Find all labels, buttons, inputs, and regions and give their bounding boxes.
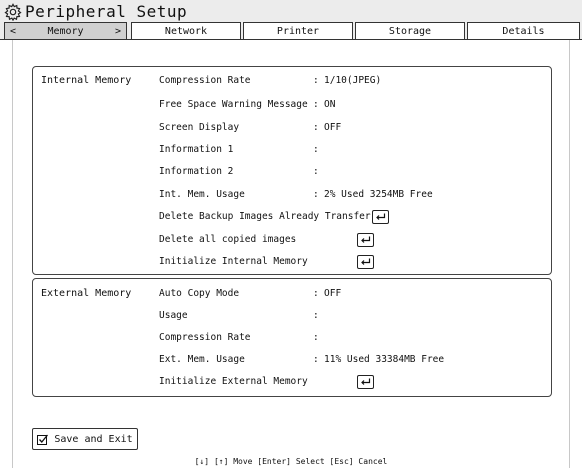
tab-details[interactable]: Details (467, 22, 580, 39)
setting-value: 1/10(JPEG) (324, 75, 382, 86)
setting-row-screen-display[interactable]: Screen Display : OFF (159, 122, 549, 136)
setting-row-usage[interactable]: Usage : (159, 310, 549, 324)
action-label: Delete Backup Images Already Transferred (159, 211, 388, 222)
internal-memory-section: Internal Memory Compression Rate : 1/10(… (32, 66, 552, 275)
tab-next-arrow[interactable]: > (115, 26, 121, 37)
enter-key-icon (361, 378, 371, 385)
setting-row-auto-copy-mode[interactable]: Auto Copy Mode : OFF (159, 288, 549, 302)
gear-icon (4, 3, 22, 21)
window-title-row: Peripheral Setup (4, 2, 187, 22)
setting-value: OFF (324, 122, 342, 133)
action-row-initialize-external-memory[interactable]: Initialize External Memory (159, 375, 549, 390)
action-row-delete-backup-images[interactable]: Delete Backup Images Already Transferred (159, 210, 549, 225)
setting-label: Screen Display (159, 122, 240, 133)
setting-row-information-2[interactable]: Information 2 : (159, 166, 549, 180)
key-help-bar: [↓] [↑] Move [Enter] Select [Esc] Cancel (194, 457, 388, 466)
enter-button[interactable] (357, 375, 374, 389)
enter-key-icon (361, 258, 371, 265)
separator: : (313, 75, 319, 86)
setting-row-compression-rate[interactable]: Compression Rate : 1/10(JPEG) (159, 75, 549, 89)
setting-value: OFF (324, 288, 342, 299)
setting-label: Information 1 (159, 144, 234, 155)
setting-label: Information 2 (159, 166, 234, 177)
setting-label: Free Space Warning Message (159, 99, 308, 110)
page-title: Peripheral Setup (25, 2, 188, 21)
enter-button[interactable] (357, 255, 374, 269)
setting-label: Ext. Mem. Usage (159, 354, 245, 365)
enter-button[interactable] (372, 210, 389, 224)
tab-storage-label: Storage (388, 25, 432, 37)
separator: : (313, 354, 319, 365)
action-label: Delete all copied images (159, 234, 297, 245)
tab-memory[interactable]: < Memory > (4, 22, 127, 39)
tab-printer-label: Printer (276, 25, 320, 37)
separator: : (313, 144, 319, 155)
section-title: Internal Memory (41, 75, 132, 86)
save-and-exit-label: Save and Exit (54, 433, 133, 445)
checkbox-icon (37, 434, 49, 445)
setting-value: 2% Used 3254MB Free (324, 189, 433, 200)
separator: : (313, 122, 319, 133)
enter-button[interactable] (357, 233, 374, 247)
tab-prev-arrow[interactable]: < (10, 26, 16, 37)
tab-network-label: Network (164, 25, 208, 37)
setting-label: Compression Rate (159, 332, 251, 343)
tab-storage[interactable]: Storage (355, 22, 465, 39)
separator: : (313, 332, 319, 343)
setting-row-ext-mem-usage: Ext. Mem. Usage : 11% Used 33384MB Free (159, 354, 549, 368)
setting-value: ON (324, 99, 336, 110)
action-row-initialize-internal-memory[interactable]: Initialize Internal Memory (159, 255, 549, 270)
action-label: Initialize Internal Memory (159, 256, 308, 267)
enter-key-icon (361, 236, 371, 243)
separator: : (313, 310, 319, 321)
tab-memory-label: Memory (47, 25, 84, 37)
setting-row-compression-rate[interactable]: Compression Rate : (159, 332, 549, 346)
separator: : (313, 99, 319, 110)
setting-label: Auto Copy Mode (159, 288, 240, 299)
save-and-exit-button[interactable]: Save and Exit (32, 428, 138, 450)
separator: : (313, 288, 319, 299)
section-title: External Memory (41, 288, 132, 299)
tab-printer[interactable]: Printer (243, 22, 353, 39)
tab-network[interactable]: Network (131, 22, 241, 39)
setting-value: 11% Used 33384MB Free (324, 354, 445, 365)
enter-key-icon (376, 213, 386, 220)
separator: : (313, 166, 319, 177)
setting-label: Int. Mem. Usage (159, 189, 245, 200)
setting-label: Usage (159, 310, 188, 321)
tab-details-label: Details (502, 25, 545, 37)
action-label: Initialize External Memory (159, 376, 308, 387)
setting-label: Compression Rate (159, 75, 251, 86)
external-memory-section: External Memory Auto Copy Mode : OFF Usa… (32, 278, 552, 397)
setting-row-free-space-warning[interactable]: Free Space Warning Message : ON (159, 99, 549, 113)
setting-row-information-1[interactable]: Information 1 : (159, 144, 549, 158)
action-row-delete-copied-images[interactable]: Delete all copied images (159, 233, 549, 248)
setting-row-int-mem-usage: Int. Mem. Usage : 2% Used 3254MB Free (159, 189, 549, 203)
separator: : (313, 189, 319, 200)
